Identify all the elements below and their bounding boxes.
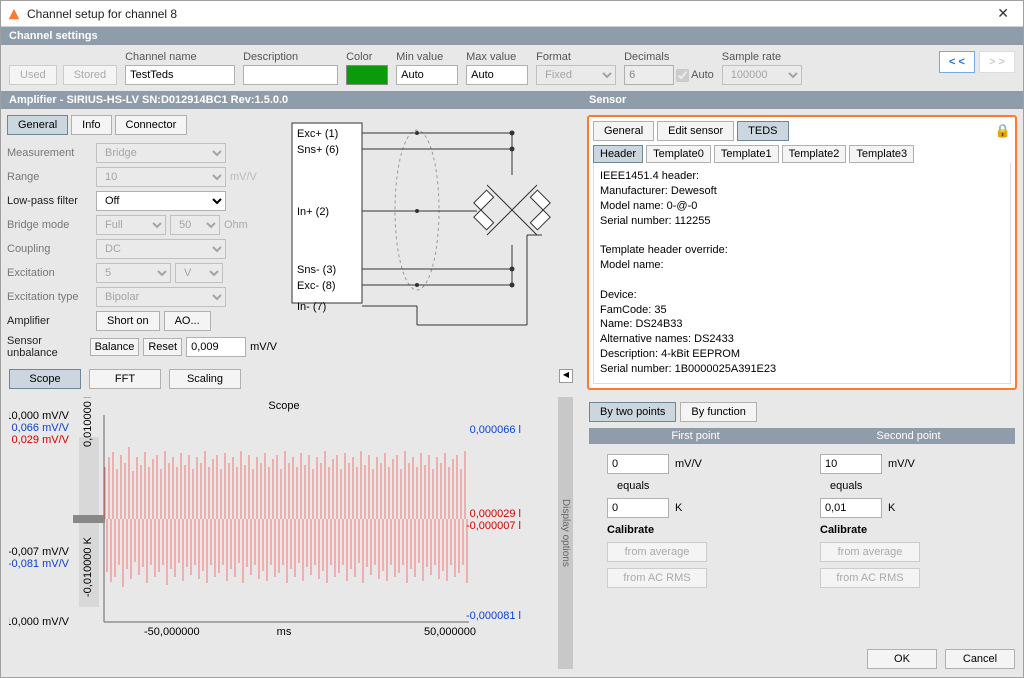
svg-text:-0,007 mV/V: -0,007 mV/V <box>9 546 70 558</box>
channel-settings-header: Channel settings <box>1 27 1023 45</box>
svg-text:-0,000007 l: -0,000007 l <box>466 520 521 532</box>
svg-text:Sns- (3): Sns- (3) <box>297 264 336 276</box>
teds-subtab-t0[interactable]: Template0 <box>646 145 711 163</box>
max-value-label: Max value <box>466 51 528 63</box>
p1-from-avg-button[interactable]: from average <box>607 542 707 562</box>
sensor-tab-general[interactable]: General <box>593 121 654 141</box>
decimals-input[interactable] <box>624 65 674 85</box>
channel-name-input[interactable] <box>125 65 235 85</box>
fft-tab[interactable]: FFT <box>89 369 161 389</box>
sample-rate-label: Sample rate <box>722 51 802 63</box>
sample-rate-select[interactable]: 100000 <box>722 65 802 85</box>
sensor-tab-edit[interactable]: Edit sensor <box>657 121 734 141</box>
lock-icon[interactable]: 🔒 <box>995 123 1011 139</box>
sensor-header: Sensor <box>581 91 1023 109</box>
teds-subtab-t1[interactable]: Template1 <box>714 145 779 163</box>
svg-text:Exc- (8): Exc- (8) <box>297 280 336 292</box>
sensor-tab-teds[interactable]: TEDS <box>737 121 788 141</box>
teds-content: IEEE1451.4 header: Manufacturer: Dewesof… <box>593 163 1011 384</box>
channel-name-label: Channel name <box>125 51 235 63</box>
amplifier-header: Amplifier - SIRIUS-HS-LV SN:D012914BC1 R… <box>1 91 581 109</box>
calib-tab-twopoints[interactable]: By two points <box>589 402 676 422</box>
cancel-button[interactable]: Cancel <box>945 649 1015 669</box>
p2-input1[interactable] <box>820 454 882 474</box>
measurement-select[interactable]: Bridge <box>96 143 226 163</box>
color-label: Color <box>346 51 388 63</box>
min-value-label: Min value <box>396 51 458 63</box>
first-point-header: First point <box>589 428 802 444</box>
svg-text:0,066 mV/V: 0,066 mV/V <box>12 422 70 434</box>
balance-button[interactable]: Balance <box>90 338 140 356</box>
format-label: Format <box>536 51 616 63</box>
svg-text:50,000000: 50,000000 <box>424 626 476 637</box>
svg-text:0,029 mV/V: 0,029 mV/V <box>12 434 70 446</box>
teds-subtab-t3[interactable]: Template3 <box>849 145 914 163</box>
bridge-diagram: Exc+ (1) Sns+ (6) In+ (2) Sns- (3) Exc- … <box>287 115 557 355</box>
description-input[interactable] <box>243 65 338 85</box>
svg-text:-0,000081 l: -0,000081 l <box>466 610 521 622</box>
amp-tab-general[interactable]: General <box>7 115 68 135</box>
p2-from-avg-button[interactable]: from average <box>820 542 920 562</box>
p1-from-rms-button[interactable]: from AC RMS <box>607 568 707 588</box>
svg-text:Exc+ (1): Exc+ (1) <box>297 128 338 140</box>
amp-tab-connector[interactable]: Connector <box>115 115 188 135</box>
svg-text:In- (7): In- (7) <box>297 301 326 313</box>
window-title: Channel setup for channel 8 <box>27 7 989 21</box>
coupling-select[interactable]: DC <box>96 239 226 259</box>
bridge-mode-select[interactable]: Full <box>96 215 166 235</box>
bridge-res-select[interactable]: 50 <box>170 215 220 235</box>
stored-button[interactable]: Stored <box>63 65 117 85</box>
short-on-button[interactable]: Short on <box>96 311 160 331</box>
collapse-icon[interactable]: ◀ <box>559 369 573 383</box>
reset-button[interactable]: Reset <box>143 338 182 356</box>
format-select[interactable]: Fixed <box>536 65 616 85</box>
svg-text:In+ (2): In+ (2) <box>297 206 329 218</box>
p1-input1[interactable] <box>607 454 669 474</box>
min-value-input[interactable] <box>396 65 458 85</box>
scope-tab[interactable]: Scope <box>9 369 81 389</box>
scope-chart[interactable]: Scope 10,000 mV/V 0,066 mV/V 0,029 mV/V … <box>9 397 558 669</box>
titlebar: Channel setup for channel 8 ✕ <box>1 1 1023 27</box>
unbalance-input[interactable] <box>186 337 246 357</box>
teds-subtab-header[interactable]: Header <box>593 145 643 163</box>
p1-input2[interactable] <box>607 498 669 518</box>
teds-subtab-t2[interactable]: Template2 <box>782 145 847 163</box>
svg-text:ms: ms <box>277 626 292 637</box>
next-channel-button[interactable]: > > <box>979 51 1015 73</box>
decimals-label: Decimals <box>624 51 714 63</box>
ao-button[interactable]: AO... <box>164 311 211 331</box>
svg-text:-0,010000 K: -0,010000 K <box>82 536 94 597</box>
svg-text:10,000 mV/V: 10,000 mV/V <box>9 410 70 422</box>
range-select[interactable]: 10 <box>96 167 226 187</box>
amp-tab-info[interactable]: Info <box>71 115 111 135</box>
svg-text:0,000029 l: 0,000029 l <box>470 508 521 520</box>
display-options-toggle[interactable]: Display options <box>558 397 573 669</box>
scaling-tab[interactable]: Scaling <box>169 369 241 389</box>
svg-text:0,010000 K: 0,010000 K <box>82 397 94 447</box>
excitation-unit-select[interactable]: V <box>175 263 223 283</box>
calib-tab-function[interactable]: By function <box>680 402 756 422</box>
p2-input2[interactable] <box>820 498 882 518</box>
description-label: Description <box>243 51 338 63</box>
app-logo-icon <box>7 7 21 21</box>
svg-text:0,000066 l: 0,000066 l <box>470 424 521 436</box>
svg-text:-50,000000: -50,000000 <box>144 626 200 637</box>
excitation-select[interactable]: 5 <box>96 263 171 283</box>
lpf-select[interactable]: Off <box>96 191 226 211</box>
svg-text:Scope: Scope <box>268 400 299 412</box>
color-picker[interactable] <box>346 65 388 85</box>
ok-button[interactable]: OK <box>867 649 937 669</box>
excitation-type-select[interactable]: Bipolar <box>96 287 226 307</box>
auto-checkbox[interactable] <box>676 69 689 82</box>
prev-channel-button[interactable]: < < <box>939 51 975 73</box>
second-point-header: Second point <box>802 428 1015 444</box>
p2-from-rms-button[interactable]: from AC RMS <box>820 568 920 588</box>
svg-text:-10,000 mV/V: -10,000 mV/V <box>9 616 70 628</box>
svg-text:Sns+ (6): Sns+ (6) <box>297 144 339 156</box>
svg-text:-0,081 mV/V: -0,081 mV/V <box>9 558 70 570</box>
auto-label: Auto <box>691 69 714 81</box>
close-icon[interactable]: ✕ <box>989 3 1017 24</box>
used-button[interactable]: Used <box>9 65 57 85</box>
max-value-input[interactable] <box>466 65 528 85</box>
